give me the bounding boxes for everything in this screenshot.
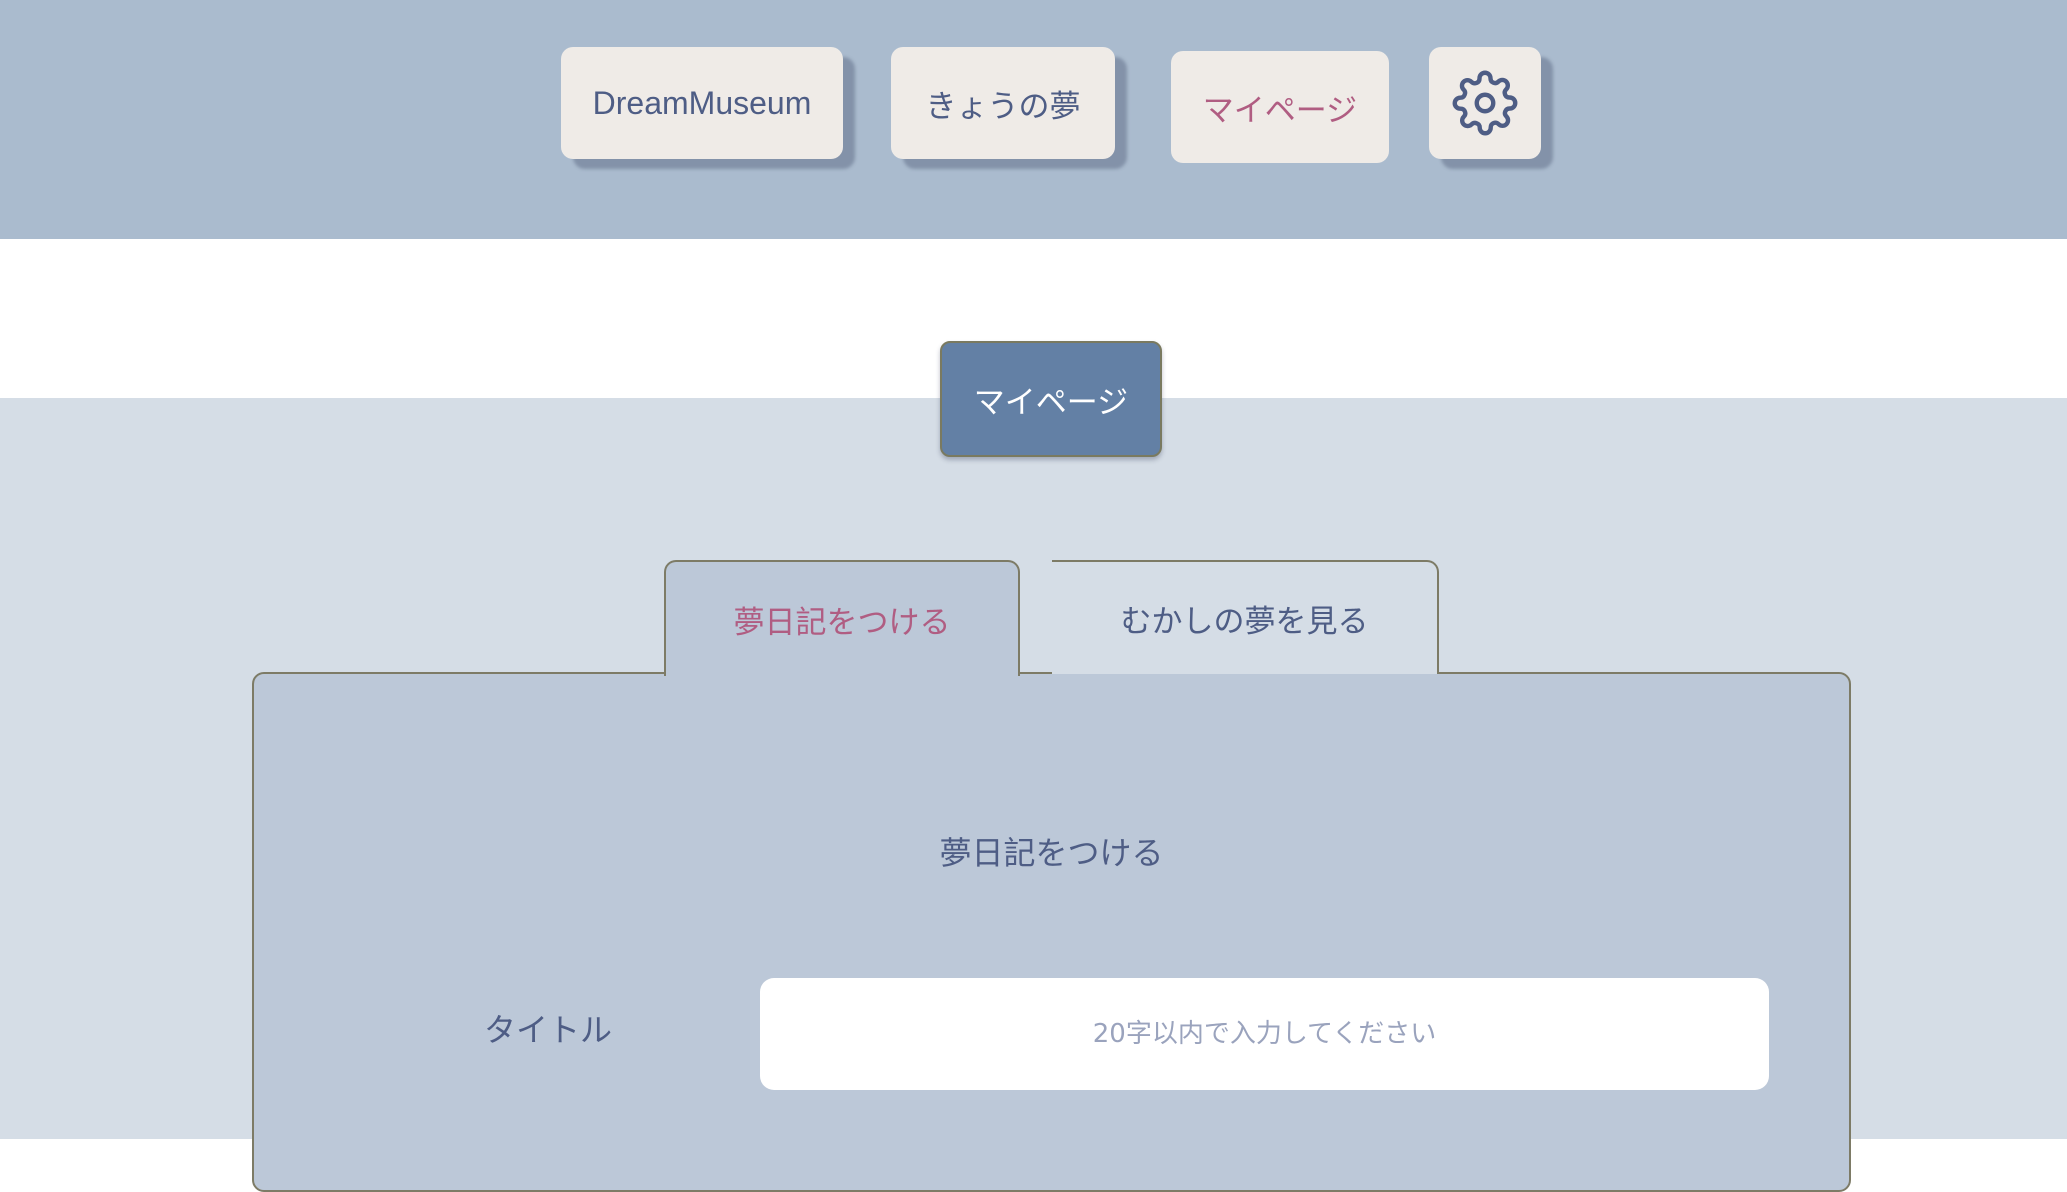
nav-mypage-label: マイページ bbox=[1202, 92, 1358, 129]
header-bar: DreamMuseum きょうの夢 マイページ bbox=[0, 0, 2067, 239]
tab-view-past-dreams[interactable]: むかしの夢を見る bbox=[1052, 560, 1439, 674]
page-title: マイページ bbox=[940, 341, 1162, 457]
nav-brand-button[interactable]: DreamMuseum bbox=[561, 47, 843, 159]
tab-write-dream-diary[interactable]: 夢日記をつける bbox=[664, 560, 1020, 676]
nav-mypage-button[interactable]: マイページ bbox=[1171, 51, 1389, 163]
nav-today-dream-label: きょうの夢 bbox=[925, 88, 1081, 125]
tab-view-past-dreams-label: むかしの夢を見る bbox=[1120, 603, 1369, 640]
settings-button[interactable] bbox=[1429, 47, 1541, 159]
nav-today-dream-button[interactable]: きょうの夢 bbox=[891, 47, 1115, 159]
title-input[interactable] bbox=[760, 978, 1769, 1090]
title-field-label: タイトル bbox=[484, 1011, 613, 1049]
gear-icon bbox=[1452, 70, 1518, 136]
dream-diary-form-panel: 夢日記をつける タイトル bbox=[252, 672, 1851, 1192]
nav-brand-label: DreamMuseum bbox=[592, 84, 812, 121]
tab-write-dream-diary-label: 夢日記をつける bbox=[733, 604, 951, 641]
form-heading: 夢日記をつける bbox=[939, 834, 1164, 872]
page-title-label: マイページ bbox=[973, 384, 1129, 421]
